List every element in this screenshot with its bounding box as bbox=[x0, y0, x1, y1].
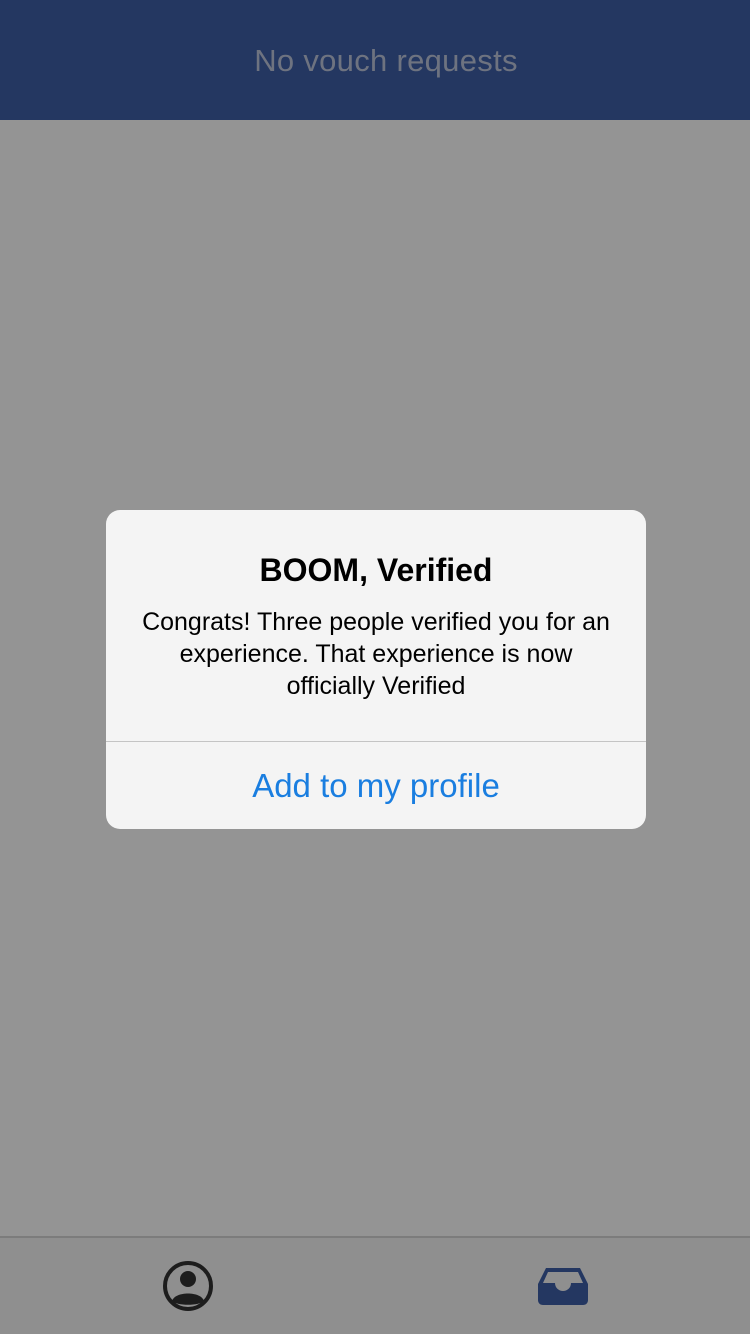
alert-message: Congrats! Three people verified you for … bbox=[142, 608, 610, 700]
add-to-profile-button[interactable]: Add to my profile bbox=[106, 742, 646, 829]
alert-dialog: BOOM, Verified Congrats! Three people ve… bbox=[106, 510, 646, 829]
alert-body: BOOM, Verified Congrats! Three people ve… bbox=[106, 510, 646, 741]
alert-title: BOOM, Verified bbox=[259, 552, 493, 588]
